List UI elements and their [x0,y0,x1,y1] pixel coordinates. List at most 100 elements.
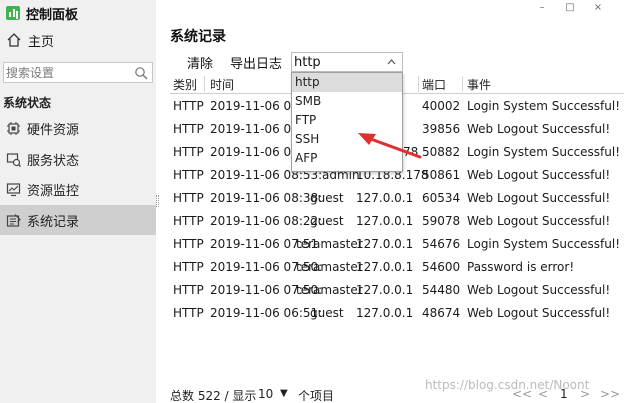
cell-port: 54600 [422,260,461,274]
cell-type: HTTP [173,191,204,205]
monitor-icon [6,182,21,196]
cell-ip: 127.0.0.1 [356,306,414,320]
cell-user: teramaster [296,237,363,251]
items-suffix-label: 个项目 [298,389,335,403]
total-count-label: 总数 522 / 显示 [170,389,257,403]
cell-ip: 127.0.0.1 [356,214,414,228]
red-arrow-annotation [358,133,422,159]
app-title: 控制面板 [6,4,79,23]
last-page-button[interactable]: >> [600,387,620,401]
table-row[interactable]: HTTP 2019-11-06 07:50: teramaster 127.0.… [170,256,624,279]
cell-ip: 127.0.0.1 [356,237,414,251]
cell-type: HTTP [173,214,204,228]
section-label-system-status: 系统状态 [3,96,52,110]
search-icon[interactable] [134,66,148,80]
cell-time: 2019-11-06 09: [210,99,303,113]
page-size-value[interactable]: 10 [258,387,273,401]
cell-port: 59078 [422,214,461,228]
cell-time: 2019-11-06 08:38: [210,191,323,205]
sidebar-item-label: 硬件资源 [27,122,80,138]
chip-icon [7,121,20,135]
column-header-port[interactable]: 端口 [422,76,446,93]
cell-ip: 127.0.0.1 [356,283,414,297]
cell-type: HTTP [173,306,204,320]
cell-type: HTTP [173,145,204,159]
sidebar-item-label: 资源监控 [27,183,80,199]
cell-type: HTTP [173,283,204,297]
cell-port: 40002 [422,99,461,113]
cell-type: HTTP [173,237,204,251]
column-header-time[interactable]: 时间 [210,76,234,93]
window-controls: – □ × [528,1,612,15]
sidebar-item-services[interactable]: 服务状态 [0,144,156,174]
close-button[interactable]: × [584,1,612,15]
cell-event: Login System Successful! [467,237,621,251]
sidebar-item-system-log[interactable]: 系统记录 [0,205,156,235]
table-row[interactable]: HTTP 2019-11-06 08:38: guest 127.0.0.1 6… [170,187,624,210]
cell-event: Web Logout Successful! [467,214,611,228]
log-type-select-value: http [294,54,321,70]
app-title-text: 控制面板 [26,7,79,23]
cell-time: 2019-11-06 06:51: [210,306,323,320]
service-icon [6,152,21,167]
cell-user: guest [310,214,344,228]
cell-port: 39856 [422,122,461,136]
cell-event: Web Logout Successful! [467,122,611,136]
cell-ip: 127.0.0.1 [356,260,414,274]
watermark-text: https://blog.csdn.net/Noont [425,378,590,392]
sidebar-item-label: 服务状态 [27,153,80,169]
home-icon [7,33,21,47]
table-row[interactable]: HTTP 2019-11-06 08:22: guest 127.0.0.1 5… [170,210,624,233]
clear-button[interactable]: 清除 [187,53,213,72]
cell-user: teramaster [296,260,363,274]
cell-type: HTTP [173,260,204,274]
page-size-dropdown-icon[interactable]: ▼ [280,388,288,399]
cell-user: guest [310,306,344,320]
sidebar-item-label: 主页 [28,34,55,50]
cell-type: HTTP [173,99,204,113]
maximize-button[interactable]: □ [556,1,584,15]
export-log-button[interactable]: 导出日志 [230,53,282,72]
cell-time: 2019-11-06 08: [210,145,303,159]
search-input[interactable] [4,63,130,82]
cell-event: Web Logout Successful! [467,306,611,320]
cell-user: guest [310,191,344,205]
search-box [3,62,153,83]
column-divider[interactable] [204,76,205,92]
log-type-select[interactable]: http [291,52,403,72]
cell-type: HTTP [173,168,204,182]
cell-port: 48674 [422,306,461,320]
cell-port: 54480 [422,283,461,297]
cell-event: Web Logout Successful! [467,283,611,297]
cell-event: Login System Successful! [467,99,621,113]
cell-type: HTTP [173,122,204,136]
cell-ip: 127.0.0.1 [356,191,414,205]
cell-time: 2019-11-06 09: [210,122,303,136]
sidebar-item-hardware[interactable]: 硬件资源 [0,113,156,143]
table-row[interactable]: HTTP 2019-11-06 06:51: guest 127.0.0.1 4… [170,302,624,325]
table-row[interactable]: HTTP 2019-11-06 07:50: teramaster 127.0.… [170,279,624,302]
log-icon [6,213,21,227]
cell-event: Web Logout Successful! [467,168,611,182]
column-divider[interactable] [418,76,419,92]
page-title: 系统记录 [170,29,226,45]
cell-port: 50861 [422,168,461,182]
cell-port: 54676 [422,237,461,251]
cell-time: 2019-11-06 08:22: [210,214,323,228]
app-logo-icon [6,6,20,20]
column-header-type[interactable]: 类别 [173,76,197,93]
cell-event: Login System Successful! [467,145,621,159]
cell-port: 60534 [422,191,461,205]
column-header-event[interactable]: 事件 [467,76,491,93]
dropdown-option-smb[interactable]: SMB [292,92,402,111]
dropdown-option-http[interactable]: http [292,73,402,92]
cell-user: teramaster [296,283,363,297]
sidebar-item-label: 系统记录 [27,214,80,230]
column-divider[interactable] [462,76,463,92]
sidebar-splitter-handle[interactable] [156,195,159,207]
table-row[interactable]: HTTP 2019-11-06 07:51 teramaster 127.0.0… [170,233,624,256]
sidebar-item-monitor[interactable]: 资源监控 [0,174,156,204]
sidebar-item-home[interactable]: 主页 [0,28,156,52]
minimize-button[interactable]: – [528,1,556,15]
sidebar: 控制面板 主页 系统状态 硬件资源 服务状态 [0,0,156,403]
